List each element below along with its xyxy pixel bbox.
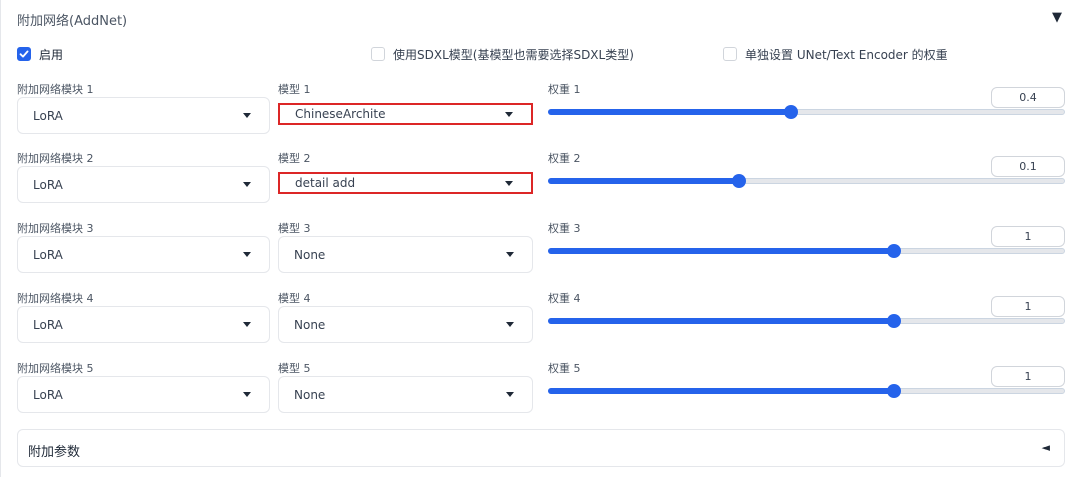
weight-slider[interactable] [548, 105, 1065, 119]
addnet-panel: 附加网络(AddNet) ▼ 启用 使用SDXL模型(基模型也需要选择SDXL类… [0, 0, 1080, 477]
model-dropdown[interactable]: None [278, 306, 533, 343]
module-label: 附加网络模块 5 [17, 362, 94, 375]
module-value: LoRA [33, 247, 63, 262]
check-icon [19, 50, 29, 58]
chevron-down-icon [243, 113, 251, 118]
chevron-down-icon [506, 392, 514, 397]
model-value: detail add [295, 176, 356, 190]
sdxl-option[interactable]: 使用SDXL模型(基模型也需要选择SDXL类型) [371, 45, 634, 63]
addnet-row-3: 附加网络模块 3 模型 3 权重 3 LoRA None 1 [1, 220, 1080, 290]
module-label: 附加网络模块 1 [17, 83, 94, 96]
enable-checkbox[interactable] [17, 47, 31, 61]
weight-slider[interactable] [548, 244, 1065, 258]
unet-weight-checkbox[interactable] [723, 47, 737, 61]
chevron-down-icon [243, 322, 251, 327]
weight-label: 权重 5 [548, 362, 581, 375]
module-value: LoRA [33, 317, 63, 332]
slider-thumb[interactable] [887, 384, 902, 398]
module-dropdown[interactable]: LoRA [17, 236, 270, 273]
model-value: None [294, 317, 326, 332]
chevron-down-icon [505, 180, 513, 186]
module-dropdown[interactable]: LoRA [17, 97, 270, 134]
module-dropdown[interactable]: LoRA [17, 166, 270, 203]
sdxl-label: 使用SDXL模型(基模型也需要选择SDXL类型) [393, 47, 634, 62]
model-label: 模型 1 [278, 83, 311, 96]
slider-fill [548, 109, 791, 115]
enable-label: 启用 [39, 47, 64, 62]
slider-thumb[interactable] [783, 105, 798, 119]
addnet-row-1: 附加网络模块 1 模型 1 权重 1 LoRA ChineseArchite 0… [1, 81, 1080, 151]
model-label: 模型 2 [278, 152, 311, 165]
addnet-row-2: 附加网络模块 2 模型 2 权重 2 LoRA detail add 0.1 [1, 150, 1080, 220]
enable-option[interactable]: 启用 [17, 45, 63, 63]
chevron-down-icon [243, 392, 251, 397]
unet-weight-option[interactable]: 单独设置 UNet/Text Encoder 的权重 [723, 45, 948, 63]
chevron-down-icon [506, 252, 514, 257]
expand-arrow-icon[interactable]: ◄ [1042, 441, 1050, 454]
model-value: None [294, 247, 326, 262]
slider-thumb[interactable] [732, 174, 747, 188]
module-label: 附加网络模块 2 [17, 152, 94, 165]
model-dropdown[interactable]: detail add [278, 172, 533, 194]
model-label: 模型 4 [278, 292, 311, 305]
module-dropdown[interactable]: LoRA [17, 306, 270, 343]
weight-slider[interactable] [548, 174, 1065, 188]
weight-label: 权重 2 [548, 152, 581, 165]
module-dropdown[interactable]: LoRA [17, 376, 270, 413]
model-value: ChineseArchite [295, 107, 386, 121]
addnet-row-5: 附加网络模块 5 模型 5 权重 5 LoRA None 1 [1, 360, 1080, 430]
addnet-row-4: 附加网络模块 4 模型 4 权重 4 LoRA None 1 [1, 290, 1080, 360]
panel-title: 附加网络(AddNet) [17, 14, 128, 29]
chevron-down-icon [243, 182, 251, 187]
collapse-icon[interactable]: ▼ [1052, 10, 1062, 25]
weight-label: 权重 4 [548, 292, 581, 305]
module-label: 附加网络模块 4 [17, 292, 94, 305]
unet-weight-label: 单独设置 UNet/Text Encoder 的权重 [745, 47, 948, 62]
model-label: 模型 3 [278, 222, 311, 235]
chevron-down-icon [505, 111, 513, 117]
module-value: LoRA [33, 387, 63, 402]
extra-params-title: 附加参数 [28, 445, 81, 460]
model-dropdown[interactable]: None [278, 376, 533, 413]
slider-thumb[interactable] [887, 244, 902, 258]
module-label: 附加网络模块 3 [17, 222, 94, 235]
extra-params-accordion[interactable]: 附加参数 ◄ [17, 429, 1065, 467]
slider-fill [548, 178, 740, 184]
weight-slider[interactable] [548, 384, 1065, 398]
slider-fill [548, 248, 895, 254]
slider-fill [548, 388, 895, 394]
slider-fill [548, 318, 895, 324]
slider-thumb[interactable] [887, 314, 902, 328]
weight-slider[interactable] [548, 314, 1065, 328]
chevron-down-icon [243, 252, 251, 257]
model-dropdown[interactable]: ChineseArchite [278, 103, 533, 125]
sdxl-checkbox[interactable] [371, 47, 385, 61]
chevron-down-icon [506, 322, 514, 327]
model-dropdown[interactable]: None [278, 236, 533, 273]
module-value: LoRA [33, 177, 63, 192]
model-label: 模型 5 [278, 362, 311, 375]
module-value: LoRA [33, 108, 63, 123]
model-value: None [294, 387, 326, 402]
weight-label: 权重 3 [548, 222, 581, 235]
weight-label: 权重 1 [548, 83, 581, 96]
